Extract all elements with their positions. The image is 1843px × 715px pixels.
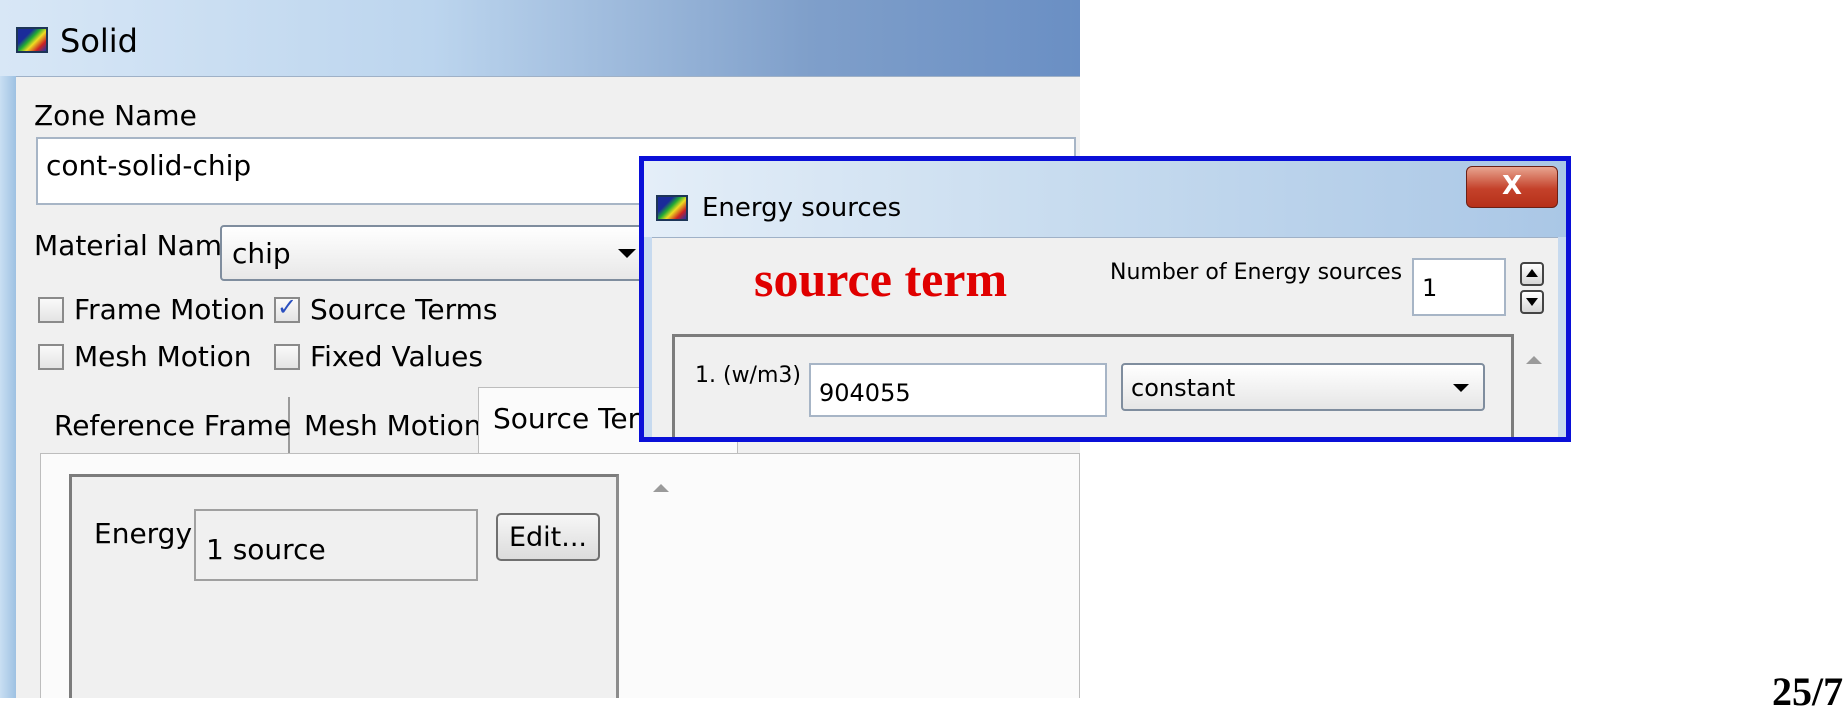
- material-name-label: Material Name: [34, 229, 240, 262]
- source-term-annotation: source term: [754, 251, 1008, 307]
- chevron-down-icon[interactable]: [1453, 384, 1469, 392]
- tab-reference-frame[interactable]: Reference Frame: [40, 397, 291, 453]
- mesh-motion-checkbox[interactable]: [38, 344, 64, 370]
- scroll-up-arrow[interactable]: [1526, 356, 1542, 364]
- window-frame: [0, 0, 16, 698]
- source-terms-group: Energy 1 source Edit...: [69, 474, 619, 698]
- chevron-down-icon[interactable]: [618, 249, 636, 258]
- spin-down-button[interactable]: [1520, 290, 1544, 314]
- scroll-up-arrow[interactable]: [653, 484, 669, 492]
- fixed-values-label: Fixed Values: [310, 340, 483, 373]
- edit-button[interactable]: Edit...: [496, 513, 600, 561]
- source-method-select[interactable]: constant: [1121, 363, 1485, 411]
- solid-titlebar[interactable]: Solid: [0, 0, 1080, 76]
- arrow-down-icon: [1526, 298, 1538, 306]
- energy-sources-body: source term Number of Energy sources 1 1…: [652, 237, 1558, 437]
- source-terms-checkbox[interactable]: ✓: [274, 293, 300, 323]
- source-terms-label: Source Terms: [310, 293, 498, 326]
- spin-up-button[interactable]: [1520, 262, 1544, 286]
- app-icon: [656, 195, 688, 221]
- material-name-value: chip: [232, 237, 291, 270]
- energy-sources-titlebar[interactable]: Energy sources X: [644, 161, 1566, 237]
- tab-mesh-motion[interactable]: Mesh Motion: [290, 397, 482, 453]
- close-button[interactable]: X: [1466, 166, 1558, 208]
- window-frame: [644, 237, 652, 437]
- arrow-up-icon: [1526, 269, 1538, 277]
- frame-motion-label: Frame Motion: [74, 293, 266, 326]
- fixed-values-checkbox[interactable]: [274, 344, 300, 370]
- energy-source-list: 1. (w/m3) 904055 constant: [672, 334, 1514, 437]
- energy-sources-field: 1 source: [194, 509, 478, 581]
- frame-motion-checkbox[interactable]: [38, 297, 64, 323]
- energy-label: Energy: [94, 517, 193, 550]
- source-terms-panel: Energy 1 source Edit...: [40, 453, 1080, 698]
- window-title: Energy sources: [702, 193, 902, 223]
- source-method-value: constant: [1131, 374, 1236, 402]
- energy-sources-dialog: Energy sources X source term Number of E…: [639, 156, 1571, 442]
- source-row-label: 1. (w/m3): [695, 363, 801, 388]
- zone-name-label: Zone Name: [34, 99, 197, 132]
- window-title: Solid: [60, 22, 138, 60]
- material-name-select[interactable]: chip: [220, 225, 680, 281]
- checkmark-icon: ✓: [277, 293, 298, 321]
- source-value-input[interactable]: 904055: [809, 363, 1107, 417]
- slide-page-number: 25/76: [1772, 669, 1843, 714]
- mesh-motion-label: Mesh Motion: [74, 340, 252, 373]
- number-of-sources-input[interactable]: 1: [1412, 258, 1506, 316]
- app-icon: [16, 27, 48, 53]
- number-of-sources-label: Number of Energy sources: [1110, 260, 1403, 285]
- window-frame: [1558, 237, 1566, 437]
